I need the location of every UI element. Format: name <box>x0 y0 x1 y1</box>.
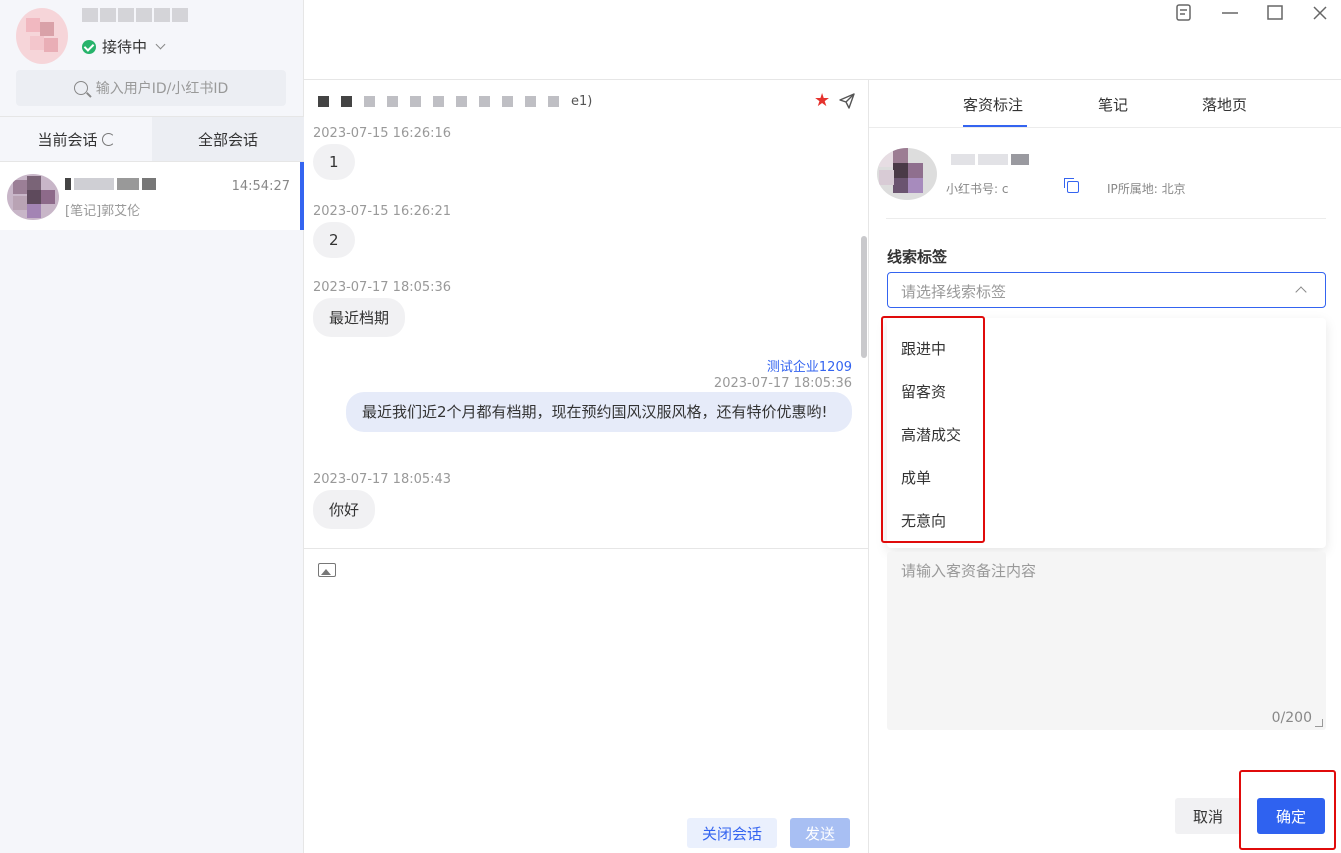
close-icon[interactable] <box>1310 4 1330 22</box>
message-bubble: 最近我们近2个月都有档期，现在预约国风汉服风格，还有特价优惠哟! <box>346 392 852 432</box>
tab-all-sessions[interactable]: 全部会话 <box>152 117 304 161</box>
scrollbar-thumb[interactable] <box>861 236 867 358</box>
message-composer[interactable]: 关闭会话 发送 <box>304 548 868 853</box>
chat-title-redacted: e1) <box>318 94 592 109</box>
chevron-down-icon <box>155 39 166 50</box>
copy-icon[interactable] <box>1064 178 1079 193</box>
star-icon[interactable]: ★ <box>814 92 832 110</box>
divider <box>886 218 1326 219</box>
user-avatar <box>7 174 59 220</box>
image-icon[interactable] <box>318 563 336 577</box>
remark-textarea[interactable]: 请输入客资备注内容 0/200 <box>887 552 1326 730</box>
sidebar: 接待中 输入用户ID/小红书ID 当前会话 全部会话 14:54:27 [笔记]… <box>0 0 304 853</box>
customer-ip: IP所属地: 北京 <box>1107 182 1186 196</box>
tab-landing-page[interactable]: 落地页 <box>1202 94 1247 115</box>
agent-name-redacted <box>82 8 188 22</box>
message-timestamp: 2023-07-17 18:05:43 <box>313 472 452 487</box>
message-timestamp: 2023-07-17 18:05:36 <box>313 280 452 295</box>
agent-profile: 接待中 <box>16 8 296 68</box>
message-bubble: 你好 <box>313 490 376 529</box>
agent-avatar[interactable] <box>16 8 68 64</box>
conversation-tabs: 当前会话 全部会话 <box>0 116 304 162</box>
send-button[interactable]: 发送 <box>790 818 850 848</box>
tab-lead-annotation[interactable]: 客资标注 <box>963 94 1023 115</box>
minimize-icon[interactable] <box>1220 4 1240 22</box>
status-label: 接待中 <box>102 38 148 56</box>
conversation-item[interactable]: 14:54:27 [笔记]郭艾伦 <box>0 162 304 230</box>
chat-header: e1) ★ <box>304 80 868 120</box>
share-icon[interactable] <box>838 92 856 110</box>
search-placeholder: 输入用户ID/小红书ID <box>95 81 229 97</box>
conversation-preview: [笔记]郭艾伦 <box>65 204 141 219</box>
message-sender: 测试企业1209 <box>766 360 852 375</box>
app-window: 接待中 输入用户ID/小红书ID 当前会话 全部会话 14:54:27 [笔记]… <box>0 0 1341 853</box>
annotation-highlight-box <box>881 316 985 543</box>
message-list[interactable]: 2023-07-15 16:26:16 1 2023-07-15 16:26:2… <box>304 120 860 548</box>
message-bubble: 1 <box>313 144 355 180</box>
tab-current-sessions[interactable]: 当前会话 <box>0 117 152 161</box>
customer-info: 小红书号: c IP所属地: 北京 <box>869 128 1341 220</box>
conversation-time: 14:54:27 <box>231 179 290 194</box>
customer-id: 小红书号: c <box>946 182 1009 196</box>
customer-avatar <box>877 148 937 200</box>
window-titlebar <box>304 0 1341 79</box>
tab-label: 全部会话 <box>197 130 258 149</box>
chat-panel: e1) ★ 2023-07-15 16:26:16 1 2023-07-15 1… <box>304 79 868 853</box>
notes-icon[interactable] <box>1174 4 1194 22</box>
resize-handle-icon[interactable] <box>1315 719 1323 727</box>
tab-notes[interactable]: 笔记 <box>1098 94 1128 115</box>
customer-panel: 客资标注 笔记 落地页 小红书号: c IP所属地: 北京 线索标签 请选择线索… <box>868 79 1341 853</box>
tab-label: 当前会话 <box>37 130 98 149</box>
search-input[interactable]: 输入用户ID/小红书ID <box>16 70 286 106</box>
customer-name-redacted <box>951 154 1029 165</box>
remark-placeholder: 请输入客资备注内容 <box>901 562 1037 580</box>
cancel-button[interactable]: 取消 <box>1175 798 1241 834</box>
chat-title-suffix: e1) <box>571 94 593 109</box>
user-name-redacted <box>65 178 156 190</box>
message-timestamp: 2023-07-17 18:05:36 <box>713 376 852 391</box>
close-session-button[interactable]: 关闭会话 <box>687 818 777 848</box>
message-timestamp: 2023-07-15 16:26:21 <box>313 204 452 219</box>
status-selector[interactable]: 接待中 <box>82 36 166 57</box>
lead-tag-select[interactable]: 请选择线索标签 <box>887 272 1326 308</box>
active-tab-indicator <box>963 125 1027 127</box>
chevron-up-icon <box>1295 286 1307 298</box>
lead-tag-placeholder: 请选择线索标签 <box>901 283 1007 301</box>
message-bubble: 2 <box>313 222 355 258</box>
message-scrollbar[interactable] <box>860 120 868 548</box>
check-circle-icon <box>82 39 96 54</box>
refresh-icon[interactable] <box>101 132 115 146</box>
maximize-icon[interactable] <box>1265 4 1285 22</box>
char-counter: 0/200 <box>1271 710 1312 726</box>
panel-tabs: 客资标注 笔记 落地页 <box>869 80 1341 128</box>
lead-tag-dropdown: 跟进中 留客资 高潜成交 成单 无意向 <box>881 316 1326 548</box>
lead-tag-label: 线索标签 <box>887 248 948 266</box>
annotation-highlight-box <box>1239 770 1336 850</box>
search-icon <box>73 81 88 95</box>
message-timestamp: 2023-07-15 16:26:16 <box>313 126 452 141</box>
message-bubble: 最近档期 <box>313 298 406 337</box>
